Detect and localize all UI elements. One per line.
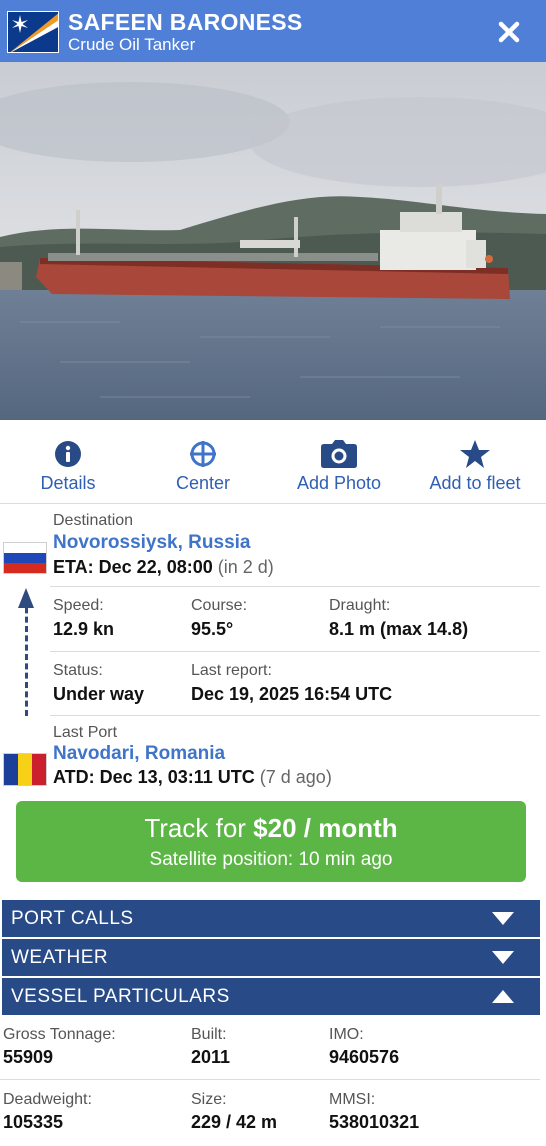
vessel-name: SAFEEN BARONESS	[68, 9, 303, 35]
atd-line: ATD: Dec 13, 03:11 UTC (7 d ago)	[53, 767, 332, 788]
status-label: Status:	[53, 662, 103, 679]
track-subtitle: Satellite position: 10 min ago	[149, 849, 393, 870]
last-port-label: Last Port	[53, 724, 118, 741]
add-photo-label: Add Photo	[296, 473, 382, 493]
action-bar: Details Center Add Photo Add to fleet	[0, 420, 546, 504]
imo-label: IMO:	[329, 1026, 364, 1043]
built-label: Built:	[191, 1026, 227, 1043]
course-value: 95.5°	[191, 619, 234, 639]
add-to-fleet-button[interactable]: Add to fleet	[407, 420, 543, 504]
gross-tonnage-label: Gross Tonnage:	[3, 1026, 116, 1043]
russia-flag-icon	[3, 542, 47, 574]
info-icon	[55, 441, 81, 467]
status-value: Under way	[53, 684, 145, 704]
divider	[50, 715, 540, 716]
close-button[interactable]	[492, 14, 526, 50]
track-title: Track for $20 / month	[16, 813, 526, 844]
chevron-up-icon	[492, 990, 514, 1003]
atd-relative: (7 d ago)	[259, 767, 332, 787]
eta-line: ETA: Dec 22, 08:00 (in 2 d)	[53, 557, 274, 578]
divider	[50, 651, 540, 652]
marshall-islands-flag-icon	[7, 11, 59, 53]
size-value: 229 / 42 m	[191, 1112, 278, 1132]
port-calls-title: PORT CALLS	[11, 908, 134, 929]
mmsi-label: MMSI:	[329, 1091, 376, 1108]
size-label: Size:	[191, 1091, 227, 1108]
divider	[50, 586, 540, 587]
destination-link[interactable]: Novorossiysk, Russia	[53, 532, 250, 554]
camera-icon	[321, 440, 357, 468]
weather-section[interactable]: WEATHER	[2, 939, 540, 976]
last-report-value: Dec 19, 2025 16:54 UTC	[191, 684, 393, 704]
built-value: 2011	[191, 1047, 231, 1067]
gross-tonnage-value: 55909	[3, 1047, 54, 1067]
divider	[0, 1079, 540, 1080]
port-calls-section[interactable]: PORT CALLS	[2, 900, 540, 937]
vessel-header: SAFEEN BARONESS Crude Oil Tanker	[0, 0, 546, 62]
vessel-particulars-title: VESSEL PARTICULARS	[11, 986, 230, 1007]
details-button[interactable]: Details	[0, 420, 136, 504]
deadweight-label: Deadweight:	[3, 1091, 92, 1108]
chevron-down-icon	[492, 912, 514, 925]
track-subscription-button[interactable]: Track for $20 / month Satellite position…	[16, 801, 526, 882]
close-icon	[498, 21, 520, 43]
course-label: Course:	[191, 597, 248, 614]
vessel-particulars-section[interactable]: VESSEL PARTICULARS	[2, 978, 540, 1015]
track-prefix: Track for	[144, 813, 254, 843]
draught-label: Draught:	[329, 597, 391, 614]
eta-relative: (in 2 d)	[217, 557, 274, 577]
speed-value: 12.9 kn	[53, 619, 115, 639]
speed-label: Speed:	[53, 597, 104, 614]
star-icon	[460, 440, 490, 468]
add-to-fleet-label: Add to fleet	[429, 473, 521, 493]
center-label: Center	[175, 473, 231, 493]
vessel-type: Crude Oil Tanker	[68, 35, 196, 54]
atd-value: ATD: Dec 13, 03:11 UTC	[53, 767, 255, 787]
route-line	[25, 598, 28, 716]
crosshair-icon	[190, 441, 216, 467]
track-price: $20 / month	[253, 813, 398, 843]
vessel-photo	[0, 62, 546, 420]
deadweight-value: 105335	[3, 1112, 64, 1132]
last-report-label: Last report:	[191, 662, 272, 679]
last-port-link[interactable]: Navodari, Romania	[53, 743, 225, 765]
destination-label: Destination	[53, 512, 134, 529]
imo-value: 9460576	[329, 1047, 400, 1067]
draught-value: 8.1 m (max 14.8)	[329, 619, 469, 639]
weather-title: WEATHER	[11, 947, 109, 968]
details-label: Details	[40, 473, 96, 493]
add-photo-button[interactable]: Add Photo	[271, 420, 407, 504]
center-button[interactable]: Center	[135, 420, 271, 504]
mmsi-value: 538010321	[329, 1112, 420, 1132]
chevron-down-icon	[492, 951, 514, 964]
eta-value: ETA: Dec 22, 08:00	[53, 557, 213, 577]
romania-flag-icon	[3, 753, 47, 786]
